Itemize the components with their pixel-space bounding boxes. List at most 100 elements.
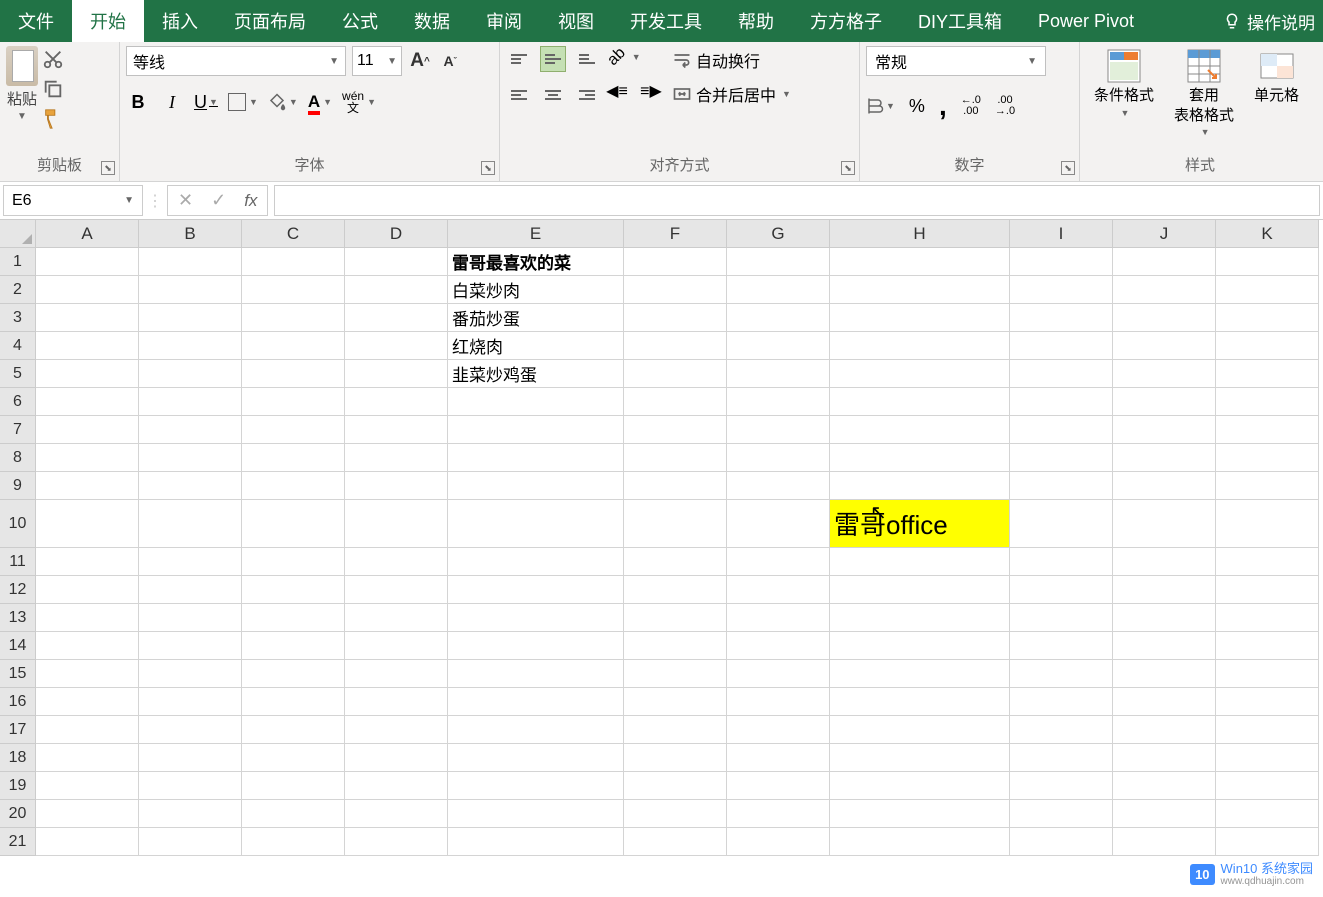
cell-J9[interactable] [1113, 472, 1216, 500]
row-header-17[interactable]: 17 [0, 716, 36, 744]
cell-H3[interactable] [830, 304, 1010, 332]
cell-H10[interactable]: 雷哥office [830, 500, 1010, 548]
row-header-12[interactable]: 12 [0, 576, 36, 604]
decrease-font-button[interactable]: Aˇ [438, 46, 462, 76]
font-launcher[interactable]: ⬊ [481, 161, 495, 175]
cell-H18[interactable] [830, 744, 1010, 772]
cell-K19[interactable] [1216, 772, 1319, 800]
cell-C6[interactable] [242, 388, 345, 416]
cell-I8[interactable] [1010, 444, 1113, 472]
percent-button[interactable]: % [909, 96, 925, 117]
cell-G20[interactable] [727, 800, 830, 828]
cell-F15[interactable] [624, 660, 727, 688]
cell-C9[interactable] [242, 472, 345, 500]
cell-C11[interactable] [242, 548, 345, 576]
cell-I3[interactable] [1010, 304, 1113, 332]
cell-E19[interactable] [448, 772, 624, 800]
cell-E13[interactable] [448, 604, 624, 632]
cell-D3[interactable] [345, 304, 448, 332]
row-header-5[interactable]: 5 [0, 360, 36, 388]
cell-J14[interactable] [1113, 632, 1216, 660]
cell-A14[interactable] [36, 632, 139, 660]
cell-H8[interactable] [830, 444, 1010, 472]
cell-A13[interactable] [36, 604, 139, 632]
tab-developer[interactable]: 开发工具 [612, 0, 720, 42]
cell-A3[interactable] [36, 304, 139, 332]
cell-D12[interactable] [345, 576, 448, 604]
cell-I11[interactable] [1010, 548, 1113, 576]
cell-B15[interactable] [139, 660, 242, 688]
cell-F2[interactable] [624, 276, 727, 304]
cell-E21[interactable] [448, 828, 624, 856]
cell-F13[interactable] [624, 604, 727, 632]
cell-D15[interactable] [345, 660, 448, 688]
row-header-9[interactable]: 9 [0, 472, 36, 500]
copy-icon[interactable] [42, 78, 64, 100]
tab-home[interactable]: 开始 [72, 0, 144, 42]
cell-B11[interactable] [139, 548, 242, 576]
cell-E17[interactable] [448, 716, 624, 744]
cell-B8[interactable] [139, 444, 242, 472]
cell-I20[interactable] [1010, 800, 1113, 828]
cell-G2[interactable] [727, 276, 830, 304]
cell-E6[interactable] [448, 388, 624, 416]
cell-B19[interactable] [139, 772, 242, 800]
cell-I5[interactable] [1010, 360, 1113, 388]
cell-K2[interactable] [1216, 276, 1319, 304]
cell-A10[interactable] [36, 500, 139, 548]
cell-D9[interactable] [345, 472, 448, 500]
cell-J4[interactable] [1113, 332, 1216, 360]
row-header-16[interactable]: 16 [0, 688, 36, 716]
decrease-indent-button[interactable]: ◀≡ [604, 78, 630, 104]
cell-I9[interactable] [1010, 472, 1113, 500]
cell-B20[interactable] [139, 800, 242, 828]
cell-C15[interactable] [242, 660, 345, 688]
cell-E8[interactable] [448, 444, 624, 472]
cell-K5[interactable] [1216, 360, 1319, 388]
cell-H5[interactable] [830, 360, 1010, 388]
tab-page-layout[interactable]: 页面布局 [216, 0, 324, 42]
cell-H14[interactable] [830, 632, 1010, 660]
cell-G4[interactable] [727, 332, 830, 360]
format-painter-icon[interactable] [42, 108, 64, 130]
cell-G6[interactable] [727, 388, 830, 416]
underline-button[interactable]: U▼ [194, 88, 218, 116]
cell-D2[interactable] [345, 276, 448, 304]
cell-D8[interactable] [345, 444, 448, 472]
cell-D19[interactable] [345, 772, 448, 800]
cell-I2[interactable] [1010, 276, 1113, 304]
cell-G7[interactable] [727, 416, 830, 444]
number-launcher[interactable]: ⬊ [1061, 161, 1075, 175]
cell-C14[interactable] [242, 632, 345, 660]
cell-A8[interactable] [36, 444, 139, 472]
cell-A2[interactable] [36, 276, 139, 304]
cell-H13[interactable] [830, 604, 1010, 632]
paste-button[interactable]: 粘贴 [7, 88, 37, 109]
format-as-table-button[interactable]: 套用 表格格式▼ [1166, 46, 1242, 141]
font-size-select[interactable]: 11▼ [352, 46, 402, 76]
tab-powerpivot[interactable]: Power Pivot [1020, 0, 1152, 42]
cell-C8[interactable] [242, 444, 345, 472]
cell-K11[interactable] [1216, 548, 1319, 576]
tell-me-search[interactable]: 操作说明 [1215, 0, 1323, 42]
cut-icon[interactable] [42, 48, 64, 70]
row-header-18[interactable]: 18 [0, 744, 36, 772]
cell-A17[interactable] [36, 716, 139, 744]
cell-G13[interactable] [727, 604, 830, 632]
cell-I6[interactable] [1010, 388, 1113, 416]
cell-E10[interactable] [448, 500, 624, 548]
cell-H16[interactable] [830, 688, 1010, 716]
cell-H15[interactable] [830, 660, 1010, 688]
cell-F20[interactable] [624, 800, 727, 828]
cell-I18[interactable] [1010, 744, 1113, 772]
cell-K13[interactable] [1216, 604, 1319, 632]
cell-F19[interactable] [624, 772, 727, 800]
cell-A5[interactable] [36, 360, 139, 388]
cell-E1[interactable]: 雷哥最喜欢的菜 [448, 248, 624, 276]
orientation-button[interactable]: ab▼ [604, 46, 645, 68]
cell-J6[interactable] [1113, 388, 1216, 416]
row-header-2[interactable]: 2 [0, 276, 36, 304]
row-header-10[interactable]: 10 [0, 500, 36, 548]
cell-J3[interactable] [1113, 304, 1216, 332]
cell-F14[interactable] [624, 632, 727, 660]
